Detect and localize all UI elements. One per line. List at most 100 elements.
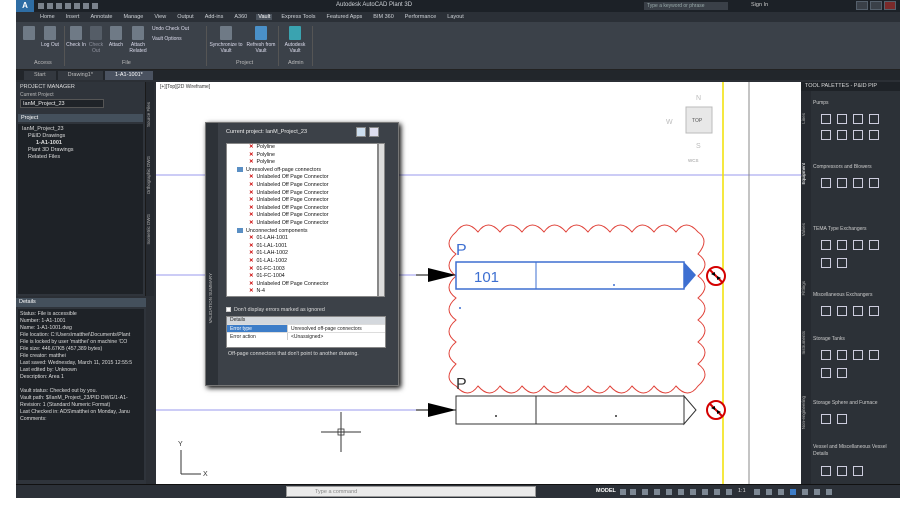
property-row[interactable]: Error type Unresolved off-page connector…	[227, 324, 385, 332]
tank-icon[interactable]	[821, 368, 831, 378]
exchanger-icon[interactable]	[869, 240, 879, 250]
tree-node[interactable]: IanM_Project_23	[22, 126, 139, 133]
command-line-input[interactable]: Type a command	[286, 486, 536, 497]
validation-error-item[interactable]: ✕ Unlabeled Off Page Connector	[227, 190, 377, 198]
compressor-icon[interactable]	[837, 178, 847, 188]
undo-check-out-button[interactable]: Undo Check Out	[152, 26, 189, 32]
palette-tab-instruments[interactable]: Instruments	[801, 331, 809, 355]
off-page-connector-lower[interactable]	[455, 395, 685, 425]
validate-icon[interactable]	[356, 127, 366, 137]
workspace-icon[interactable]	[778, 489, 784, 495]
pump-icon[interactable]	[821, 130, 831, 140]
pump-icon[interactable]	[853, 114, 863, 124]
validation-error-item[interactable]: ✕ Unlabeled Off Page Connector	[227, 212, 377, 220]
log-out-button[interactable]: Log Out	[36, 26, 64, 48]
ribbon-tab-layout[interactable]: Layout	[445, 14, 466, 20]
vessel-icon[interactable]	[853, 466, 863, 476]
tank-icon[interactable]	[821, 350, 831, 360]
ribbon-tab-insert[interactable]: Insert	[64, 14, 82, 20]
furnace-icon[interactable]	[837, 414, 847, 424]
grid-icon[interactable]	[620, 489, 626, 495]
validation-error-item[interactable]: ✕ Polyline	[227, 152, 377, 160]
validation-error-item[interactable]: ✕ Unlabeled Off Page Connector	[227, 220, 377, 228]
undo-icon[interactable]	[83, 3, 89, 9]
clean-screen-icon[interactable]	[814, 489, 820, 495]
validation-error-item[interactable]: ✕ Unlabeled Off Page Connector	[227, 281, 377, 289]
validation-error-item[interactable]: ✕ Unlabeled Off Page Connector	[227, 182, 377, 190]
pump-icon[interactable]	[837, 114, 847, 124]
document-tab[interactable]: 1-A1-1001*	[105, 71, 153, 80]
side-tab-orthographic[interactable]: Orthographic DWG	[146, 156, 154, 194]
vault-icon-button[interactable]	[22, 26, 36, 42]
side-tab-source-files[interactable]: Source Files	[146, 102, 154, 127]
sphere-icon[interactable]	[821, 414, 831, 424]
tree-node-selected[interactable]: 1-A1-1001	[22, 140, 139, 147]
palette-tab-non-engineering[interactable]: Non-engineering	[801, 396, 809, 429]
validation-error-item[interactable]: ✕ 01-LAL-1002	[227, 258, 377, 266]
refresh-from-vault-button[interactable]: Refresh from Vault	[244, 26, 278, 54]
save-as-icon[interactable]	[65, 3, 71, 9]
validation-error-item[interactable]: ✕ 01-LAL-1001	[227, 243, 377, 251]
tree-node[interactable]: P&ID Drawings	[22, 133, 139, 140]
ribbon-tab-featured-apps[interactable]: Featured Apps	[325, 14, 365, 20]
document-tab[interactable]: Drawing1*	[57, 71, 103, 80]
snap-icon[interactable]	[630, 489, 636, 495]
ribbon-tab-bim-360[interactable]: BIM 360	[371, 14, 395, 20]
ribbon-tab-home[interactable]: Home	[38, 14, 57, 20]
viewcube[interactable]: TOP W N S WCS	[666, 95, 713, 163]
palette-tab-equipment[interactable]: Equipment	[801, 163, 809, 185]
vault-options-button[interactable]: Vault Options	[152, 36, 182, 42]
model-space-button[interactable]: MODEL	[596, 488, 616, 494]
no-connection-icon-upper[interactable]	[706, 266, 726, 286]
attach-button[interactable]: Attach	[106, 26, 126, 48]
customize-icon[interactable]	[826, 489, 832, 495]
property-row[interactable]: Error action <Unassigned>	[227, 332, 385, 340]
pump-icon[interactable]	[869, 114, 879, 124]
ribbon-tab-express-tools[interactable]: Express Tools	[279, 14, 317, 20]
search-input[interactable]: Type a keyword or phrase	[644, 2, 728, 10]
current-project-select[interactable]: IanM_Project_23	[20, 99, 104, 108]
open-icon[interactable]	[47, 3, 53, 9]
polar-icon[interactable]	[654, 489, 660, 495]
no-connection-icon-lower[interactable]	[706, 400, 726, 420]
lineweight-icon[interactable]	[690, 489, 696, 495]
validation-error-item[interactable]: ✕ Polyline	[227, 144, 377, 152]
ribbon-tab-add-ins[interactable]: Add-ins	[203, 14, 226, 20]
vessel-icon[interactable]	[837, 466, 847, 476]
validation-category[interactable]: Unresolved off-page connectors	[227, 167, 377, 175]
exchanger-icon[interactable]	[821, 240, 831, 250]
validation-scrollbar[interactable]	[378, 143, 385, 297]
compressor-icon[interactable]	[853, 178, 863, 188]
validation-error-item[interactable]: ✕ 01-LAH-1001	[227, 235, 377, 243]
validation-error-item[interactable]: ✕ Polyline	[227, 159, 377, 167]
app-logo[interactable]: A	[16, 0, 34, 12]
validation-error-item[interactable]: ✕ 01-FC-1004	[227, 273, 377, 281]
check-out-button[interactable]: Check Out	[86, 26, 106, 54]
validation-error-item[interactable]: ✕ 01-FC-1003	[227, 266, 377, 274]
tree-node[interactable]: Related Files	[22, 154, 139, 161]
annotation-scale[interactable]: 1:1	[738, 488, 746, 494]
ignore-errors-checkbox[interactable]: Don't display errors marked as ignored	[226, 307, 325, 313]
ribbon-tab-performance[interactable]: Performance	[403, 14, 439, 20]
pump-icon[interactable]	[837, 130, 847, 140]
attach-related-button[interactable]: Attach Related	[126, 26, 150, 54]
check-in-button[interactable]: Check In	[66, 26, 86, 48]
compressor-icon[interactable]	[821, 178, 831, 188]
plus-icon[interactable]	[766, 489, 772, 495]
pump-icon[interactable]	[821, 114, 831, 124]
selection-cycling-icon[interactable]	[714, 489, 720, 495]
tree-node[interactable]: Plant 3D Drawings	[22, 147, 139, 154]
compressor-icon[interactable]	[869, 178, 879, 188]
ribbon-tab-manage[interactable]: Manage	[121, 14, 145, 20]
maximize-button[interactable]	[870, 1, 882, 10]
settings-icon[interactable]	[369, 127, 379, 137]
annotation-icon[interactable]	[726, 489, 732, 495]
exchanger-icon[interactable]	[837, 240, 847, 250]
gear-icon[interactable]	[754, 489, 760, 495]
ribbon-tab-a360[interactable]: A360	[232, 14, 249, 20]
isolate-icon[interactable]	[790, 489, 796, 495]
sign-in-link[interactable]: Sign In	[751, 2, 768, 8]
side-tab-isometric[interactable]: Isometric DWG	[146, 214, 154, 245]
vessel-icon[interactable]	[821, 466, 831, 476]
osnap-icon[interactable]	[666, 489, 672, 495]
